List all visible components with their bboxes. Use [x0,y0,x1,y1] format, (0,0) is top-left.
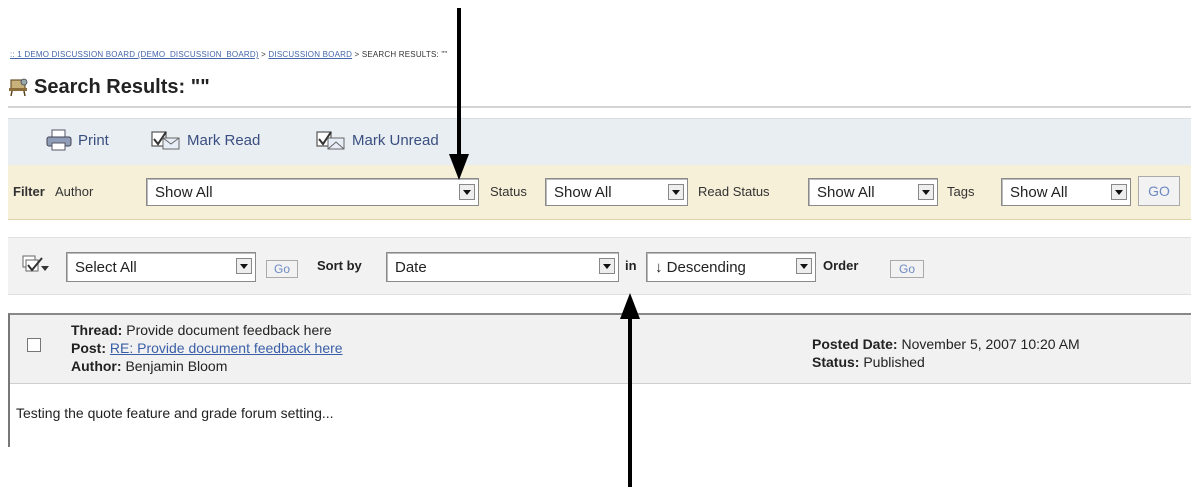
author-select[interactable]: Show All [146,178,479,206]
print-label: Print [78,131,109,149]
chevron-down-icon[interactable] [1111,184,1127,200]
breadcrumb: :: 1 DEMO DISCUSSION BOARD (DEMO_DISCUSS… [10,50,447,59]
select-checkbox-icon [22,254,50,281]
sort-by-select-value: Date [395,258,427,276]
posted-date-label: Posted Date: [812,336,898,352]
result-checkbox[interactable] [27,338,41,352]
thread-value: Provide document feedback here [126,322,332,338]
chevron-down-icon[interactable] [599,258,615,274]
breadcrumb-current: SEARCH RESULTS: "" [361,50,448,59]
mark-unread-icon [316,131,345,150]
post-link[interactable]: RE: Provide document feedback here [110,340,343,356]
post-label: Post: [71,340,106,356]
result-body-text: Testing the quote feature and grade foru… [16,405,334,421]
result-status-label: Status: [812,354,860,370]
read-status-label: Read Status [698,184,770,199]
order-label: Order [823,258,859,273]
list-action-bar: Select All Go Sort by Date in ↓ Descendi… [8,237,1191,295]
action-toolbar: Print Mark Read Mark Unread [8,118,1191,165]
annotation-arrow-down [449,8,469,180]
chevron-down-icon[interactable] [459,184,475,200]
mark-unread-label: Mark Unread [352,131,439,149]
status-line: Status: Published [812,354,925,370]
printer-icon [46,129,72,151]
sort-direction-value: ↓ Descending [655,258,746,276]
thread-line: Thread: Provide document feedback here [71,322,332,338]
in-label: in [625,258,637,273]
author-label: Author: [71,358,122,374]
sort-by-select[interactable]: Date [386,252,619,282]
bulk-select[interactable]: Select All [66,252,256,282]
status-label: Status [490,184,527,199]
author-line: Author: Benjamin Bloom [71,358,227,374]
filter-go-button[interactable]: GO [1138,176,1180,206]
post-line: Post: RE: Provide document feedback here [71,340,343,356]
mark-read-label: Mark Read [187,131,261,149]
filter-bar: Filter Author Show All Status Show All R… [8,165,1191,220]
sort-by-label: Sort by [317,258,362,273]
status-select-value: Show All [554,183,612,201]
breadcrumb-separator: > [352,50,362,59]
result-header: Thread: Provide document feedback here P… [10,315,1191,384]
author-select-value: Show All [155,183,213,201]
page-title: Search Results: "" [34,75,210,98]
breadcrumb-separator: > [258,50,269,59]
status-select[interactable]: Show All [545,178,688,206]
read-status-select-value: Show All [817,183,875,201]
bulk-go-button[interactable]: Go [266,260,298,278]
discussion-board-icon [8,77,30,97]
breadcrumb-link-course[interactable]: :: 1 DEMO DISCUSSION BOARD (DEMO_DISCUSS… [10,50,259,59]
print-button[interactable]: Print [46,129,109,151]
result-status-value: Published [863,354,925,370]
annotation-arrow-up [620,293,640,487]
chevron-down-icon[interactable] [236,258,252,274]
sort-direction-select[interactable]: ↓ Descending [646,252,816,282]
tags-select-value: Show All [1010,183,1068,201]
bulk-select-value: Select All [75,258,137,276]
mark-read-icon [151,131,180,150]
search-result-item: Thread: Provide document feedback here P… [8,313,1191,447]
breadcrumb-link-discussion-board[interactable]: DISCUSSION BOARD [268,50,352,59]
chevron-down-icon[interactable] [796,258,812,274]
thread-label: Thread: [71,322,123,338]
chevron-down-icon[interactable] [668,184,684,200]
author-value: Benjamin Bloom [125,358,228,374]
tags-label: Tags [947,184,975,199]
title-row: Search Results: "" [8,72,210,102]
title-divider [8,106,1191,108]
tags-select[interactable]: Show All [1001,178,1131,206]
posted-date-value: November 5, 2007 10:20 AM [901,336,1080,352]
filter-label: Filter [13,184,45,199]
order-go-button[interactable]: Go [890,260,924,278]
author-label: Author [55,184,94,199]
chevron-down-icon[interactable] [918,184,934,200]
read-status-select[interactable]: Show All [808,178,938,206]
mark-read-button[interactable]: Mark Read [151,129,260,151]
mark-unread-button[interactable]: Mark Unread [316,129,439,151]
posted-date-line: Posted Date: November 5, 2007 10:20 AM [812,336,1080,352]
